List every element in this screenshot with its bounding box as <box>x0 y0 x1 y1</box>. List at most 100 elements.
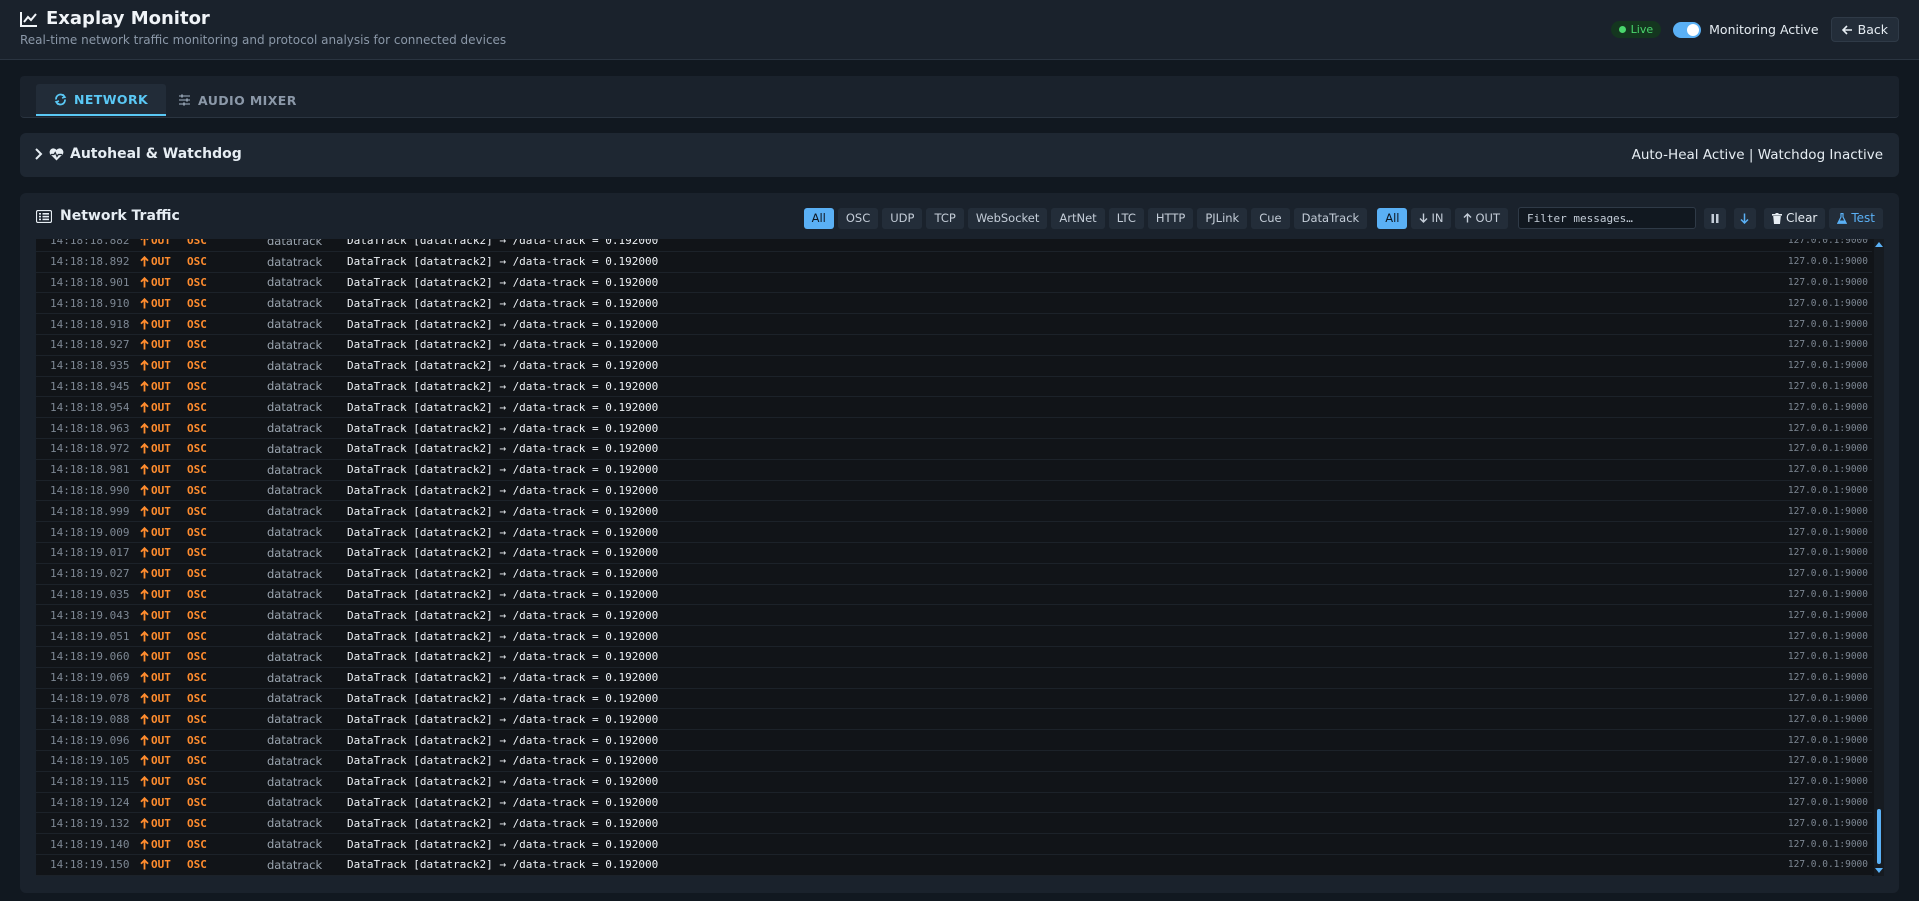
row-source: datatrack <box>267 337 323 352</box>
table-row[interactable]: 14:18:18.910 OUT OSC datatrack DataTrack [da… <box>36 293 1872 315</box>
autoscroll-button[interactable] <box>1733 207 1756 229</box>
row-direction-label: OUT <box>151 546 171 560</box>
row-timestamp: 14:18:19.105 <box>50 754 130 768</box>
tab-network[interactable]: NETWORK <box>36 84 167 116</box>
table-row[interactable]: 14:18:18.981 OUT OSC datatrack DataTrack [da… <box>36 460 1872 481</box>
row-source: datatrack <box>267 504 323 519</box>
table-row[interactable]: 14:18:18.892 OUT OSC datatrack DataTrack [da… <box>36 252 1872 273</box>
row-message: DataTrack [datatrack2] → /data-track = 0… <box>347 239 659 248</box>
row-direction: OUT <box>136 422 187 435</box>
filter-protocol-datatrack[interactable]: DataTrack <box>1293 207 1368 229</box>
row-direction: OUT <box>136 239 187 247</box>
filter-direction-in[interactable]: IN <box>1411 207 1452 229</box>
clear-button[interactable]: Clear <box>1763 207 1826 229</box>
filter-protocol-artnet[interactable]: ArtNet <box>1051 207 1105 229</box>
filter-messages-input[interactable] <box>1517 207 1696 229</box>
table-row[interactable]: 14:18:18.972 OUT OSC datatrack DataTrack [da… <box>36 439 1872 460</box>
table-row[interactable]: 14:18:19.051 OUT OSC datatrack DataTrack [da… <box>36 626 1872 647</box>
arrow-up-icon <box>140 464 149 475</box>
table-row[interactable]: 14:18:19.060 OUT OSC datatrack DataTrack [da… <box>36 647 1872 668</box>
row-message: DataTrack [datatrack2] → /data-track = 0… <box>347 546 659 560</box>
log-scrollbar[interactable] <box>1874 239 1884 876</box>
row-direction: OUT <box>136 650 187 663</box>
autoheal-header[interactable]: Autoheal & Watchdog <box>34 146 242 162</box>
traffic-log[interactable]: 14:18:18.882 OUT OSC datatrack DataTrack [da… <box>36 239 1884 876</box>
scroll-down-icon[interactable] <box>1875 868 1883 873</box>
row-direction-label: OUT <box>151 775 171 789</box>
row-source: datatrack <box>267 774 323 789</box>
filter-protocol-pjlink[interactable]: PJLink <box>1197 207 1248 229</box>
table-row[interactable]: 14:18:18.935 OUT OSC datatrack DataTrack [da… <box>36 356 1872 377</box>
arrow-up-icon <box>140 692 149 704</box>
back-button[interactable]: Back <box>1830 17 1899 42</box>
table-row[interactable]: 14:18:18.999 OUT OSC datatrack DataTrack [da… <box>36 501 1872 523</box>
row-direction: OUT <box>136 567 187 580</box>
row-timestamp: 14:18:19.035 <box>50 587 130 601</box>
arrow-up-icon <box>140 609 149 621</box>
filter-protocol-osc[interactable]: OSC <box>837 207 879 229</box>
row-direction: OUT <box>136 505 187 518</box>
test-button[interactable]: Test <box>1829 207 1883 229</box>
table-row[interactable]: 14:18:19.017 OUT OSC datatrack DataTrack [da… <box>36 543 1872 564</box>
pause-button[interactable] <box>1703 207 1726 229</box>
table-row[interactable]: 14:18:18.990 OUT OSC datatrack DataTrack [da… <box>36 481 1872 502</box>
row-direction: OUT <box>136 526 187 539</box>
filter-protocol-udp[interactable]: UDP <box>882 207 923 229</box>
table-row[interactable]: 14:18:19.124 OUT OSC datatrack DataTrack [da… <box>36 793 1872 814</box>
table-row[interactable]: 14:18:19.115 OUT OSC datatrack DataTrack [da… <box>36 772 1872 793</box>
tab-audio-mixer[interactable]: AUDIO MIXER <box>160 84 315 116</box>
arrow-up-icon <box>140 276 149 288</box>
arrow-down-icon <box>1740 213 1749 224</box>
filter-protocol-cue[interactable]: Cue <box>1251 207 1290 229</box>
row-address: 127.0.0.1:9000 <box>1787 588 1868 600</box>
table-row[interactable]: 14:18:19.035 OUT OSC datatrack DataTrack [da… <box>36 585 1872 606</box>
table-row[interactable]: 14:18:19.132 OUT OSC datatrack DataTrack [da… <box>36 813 1872 835</box>
table-row[interactable]: 14:18:18.945 OUT OSC datatrack DataTrack [da… <box>36 377 1872 398</box>
table-row[interactable]: 14:18:18.882 OUT OSC datatrack DataTrack [da… <box>36 239 1872 252</box>
row-address: 127.0.0.1:9000 <box>1787 297 1868 309</box>
arrow-up-icon <box>140 401 149 413</box>
row-direction: OUT <box>136 463 187 476</box>
table-row[interactable]: 14:18:18.963 OUT OSC datatrack DataTrack [da… <box>36 418 1872 439</box>
filter-direction-all[interactable]: All <box>1377 207 1408 229</box>
autoheal-panel[interactable]: Autoheal & Watchdog Auto-Heal Active | W… <box>20 133 1899 177</box>
monitoring-toggle[interactable] <box>1673 21 1702 38</box>
autoheal-status: Auto-Heal Active | Watchdog Inactive <box>1631 147 1883 163</box>
row-address: 127.0.0.1:9000 <box>1787 568 1868 580</box>
filter-protocol-all[interactable]: All <box>803 207 834 229</box>
filter-protocol-websocket[interactable]: WebSocket <box>967 207 1048 229</box>
row-protocol: OSC <box>187 754 207 768</box>
table-row[interactable]: 14:18:19.105 OUT OSC datatrack DataTrack [da… <box>36 751 1872 772</box>
scroll-thumb[interactable] <box>1877 809 1881 864</box>
filter-protocol-ltc[interactable]: LTC <box>1108 207 1144 229</box>
table-row[interactable]: 14:18:19.140 OUT OSC datatrack DataTrack [da… <box>36 834 1872 855</box>
live-label: Live <box>1630 23 1654 36</box>
row-source: datatrack <box>267 254 323 269</box>
filter-protocol-tcp[interactable]: TCP <box>926 207 964 229</box>
row-timestamp: 14:18:19.043 <box>50 608 130 622</box>
pause-icon <box>1711 213 1719 223</box>
table-row[interactable]: 14:18:19.009 OUT OSC datatrack DataTrack [da… <box>36 522 1872 543</box>
table-row[interactable]: 14:18:19.096 OUT OSC datatrack DataTrack [da… <box>36 730 1872 751</box>
table-row[interactable]: 14:18:19.027 OUT OSC datatrack DataTrack [da… <box>36 564 1872 585</box>
row-source: datatrack <box>267 275 323 290</box>
table-row[interactable]: 14:18:18.901 OUT OSC datatrack DataTrack [da… <box>36 273 1872 294</box>
table-row[interactable]: 14:18:19.069 OUT OSC datatrack DataTrack [da… <box>36 668 1872 689</box>
live-dot-icon <box>1618 26 1626 33</box>
table-row[interactable]: 14:18:18.918 OUT OSC datatrack DataTrack [da… <box>36 314 1872 335</box>
table-row[interactable]: 14:18:19.088 OUT OSC datatrack DataTrack [da… <box>36 709 1872 731</box>
row-message: DataTrack [datatrack2] → /data-track = 0… <box>347 400 659 414</box>
row-direction-label: OUT <box>151 317 171 331</box>
row-message: DataTrack [datatrack2] → /data-track = 0… <box>347 775 659 789</box>
filter-protocol-http[interactable]: HTTP <box>1147 207 1194 229</box>
arrow-up-icon <box>140 734 149 746</box>
line-chart-icon <box>20 11 37 27</box>
table-row[interactable]: 14:18:18.954 OUT OSC datatrack DataTrack [da… <box>36 397 1872 419</box>
scroll-up-icon[interactable] <box>1875 242 1883 247</box>
filter-direction-out[interactable]: OUT <box>1455 207 1508 229</box>
table-row[interactable]: 14:18:18.927 OUT OSC datatrack DataTrack [da… <box>36 335 1872 356</box>
table-row[interactable]: 14:18:19.078 OUT OSC datatrack DataTrack [da… <box>36 689 1872 710</box>
row-timestamp: 14:18:19.088 <box>50 712 130 726</box>
table-row[interactable]: 14:18:19.043 OUT OSC datatrack DataTrack [da… <box>36 605 1872 627</box>
table-row[interactable]: 14:18:19.150 OUT OSC datatrack DataTrack [da… <box>36 855 1872 876</box>
